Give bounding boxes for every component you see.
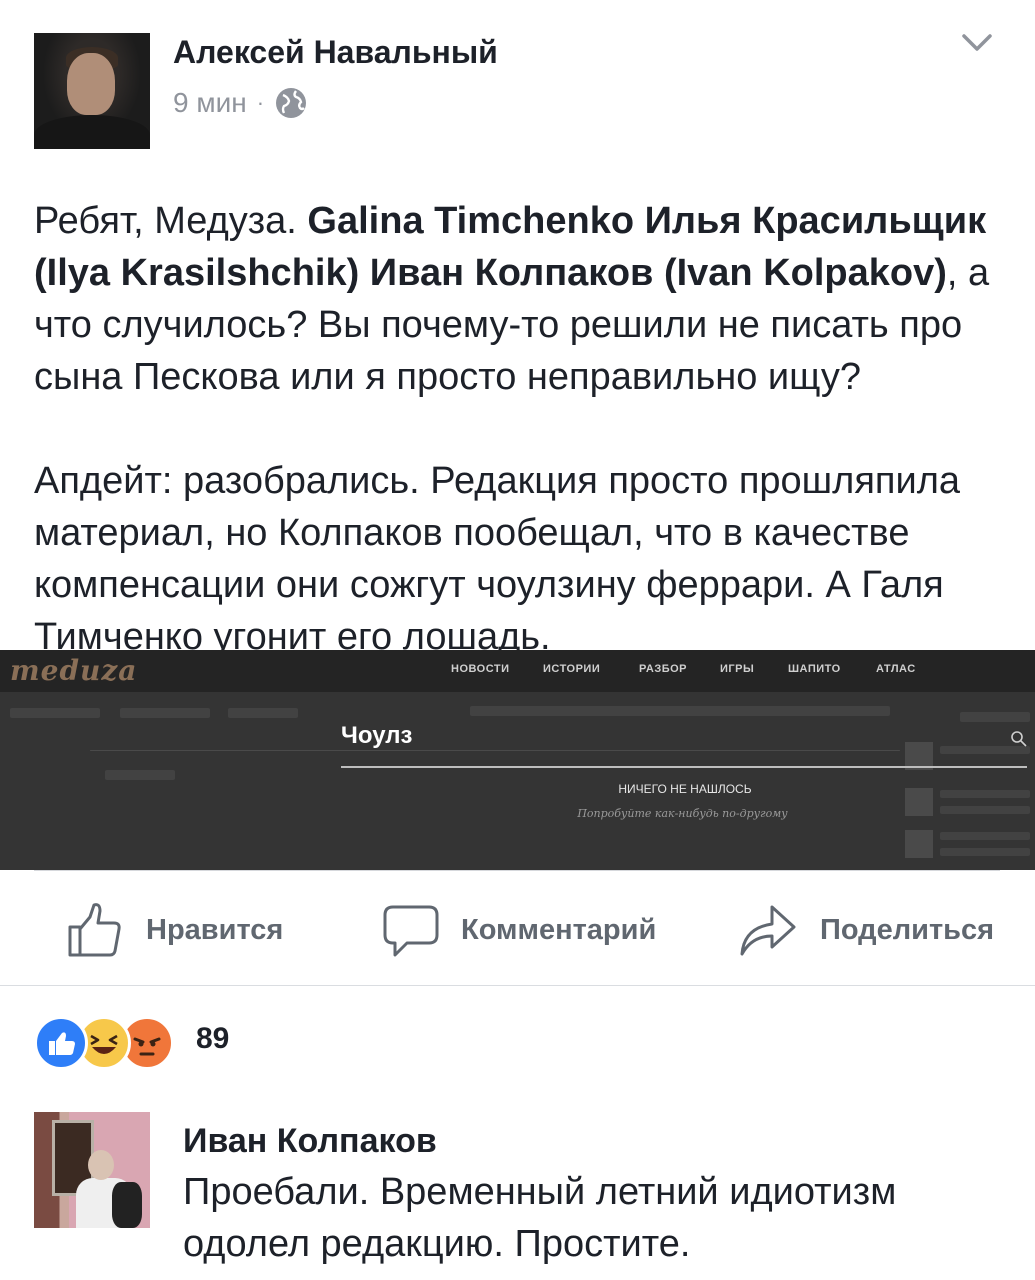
blurred-text [120, 708, 210, 718]
blurred-text [940, 832, 1030, 840]
nav-atlas: АТЛАС [876, 663, 916, 675]
like-reaction-icon [34, 1016, 88, 1070]
avatar-head [88, 1150, 114, 1180]
not-found-hint: Попробуйте как-нибудь по-другому [577, 807, 788, 820]
blurred-text [470, 706, 890, 716]
comment-icon [383, 905, 439, 957]
blurred-text [960, 712, 1030, 722]
divider [34, 870, 1000, 871]
avatar-shoulders [34, 115, 150, 149]
nav-news: НОВОСТИ [451, 663, 510, 675]
comment-text: Проебали. Временный летний идиотизм одол… [183, 1171, 897, 1265]
attached-screenshot[interactable]: meduza НОВОСТИ ИСТОРИИ РАЗБОР ИГРЫ ШАПИТ… [0, 650, 1035, 870]
commenter-avatar[interactable] [34, 1112, 150, 1228]
meduza-topbar: meduza НОВОСТИ ИСТОРИИ РАЗБОР ИГРЫ ШАПИТ… [0, 650, 1035, 692]
post-paragraph-2: Апдейт: разобрались. Редакция просто про… [34, 460, 961, 658]
post-text: Ребят, Медуза. Galina Timchenko Илья Кра… [34, 195, 1009, 663]
blurred-text [105, 770, 175, 780]
meta-separator: · [256, 90, 265, 115]
nav-shapito: ШАПИТО [788, 663, 841, 675]
reactions-summary[interactable] [34, 1016, 174, 1070]
like-button[interactable]: Нравится [66, 895, 283, 965]
avatar-face [67, 53, 115, 115]
thumbs-up-icon [68, 903, 121, 957]
search-icon [1011, 731, 1027, 747]
post-paragraph-1: Ребят, Медуза. Galina Timchenko Илья Кра… [34, 195, 1009, 403]
commenter-name[interactable]: Иван Колпаков [183, 1122, 437, 1161]
comment-label: Комментарий [461, 913, 657, 946]
like-label: Нравится [146, 913, 284, 946]
meduza-logo: meduza [10, 654, 138, 687]
blurred-text [940, 848, 1030, 856]
blurred-thumbnail [905, 830, 933, 858]
nav-stories: ИСТОРИИ [543, 663, 601, 675]
avatar-backpack [112, 1182, 142, 1228]
search-query: Чоулз [341, 722, 413, 749]
author-avatar[interactable] [34, 33, 150, 149]
nav-games: ИГРЫ [720, 663, 755, 675]
share-label: Поделиться [820, 913, 995, 946]
search-underline [341, 766, 1027, 768]
post-time[interactable]: 9 мин [173, 87, 247, 119]
post-text-intro: Ребят, Медуза. [34, 200, 308, 242]
divider [0, 985, 1035, 986]
reaction-count[interactable]: 89 [196, 1022, 229, 1056]
share-button[interactable]: Поделиться [738, 895, 994, 965]
blurred-text [10, 708, 100, 718]
nav-analysis: РАЗБОР [639, 663, 688, 675]
author-name[interactable]: Алексей Навальный [173, 34, 498, 71]
comment-button[interactable]: Комментарий [383, 895, 656, 965]
share-arrow-icon [740, 905, 796, 956]
post-meta: 9 мин · [173, 86, 308, 120]
globe-icon [276, 88, 307, 118]
blurred-text [228, 708, 298, 718]
blurred-divider [90, 750, 900, 751]
not-found-title: НИЧЕГО НЕ НАШЛОСЬ [618, 782, 752, 796]
chevron-down-icon[interactable] [960, 30, 994, 56]
